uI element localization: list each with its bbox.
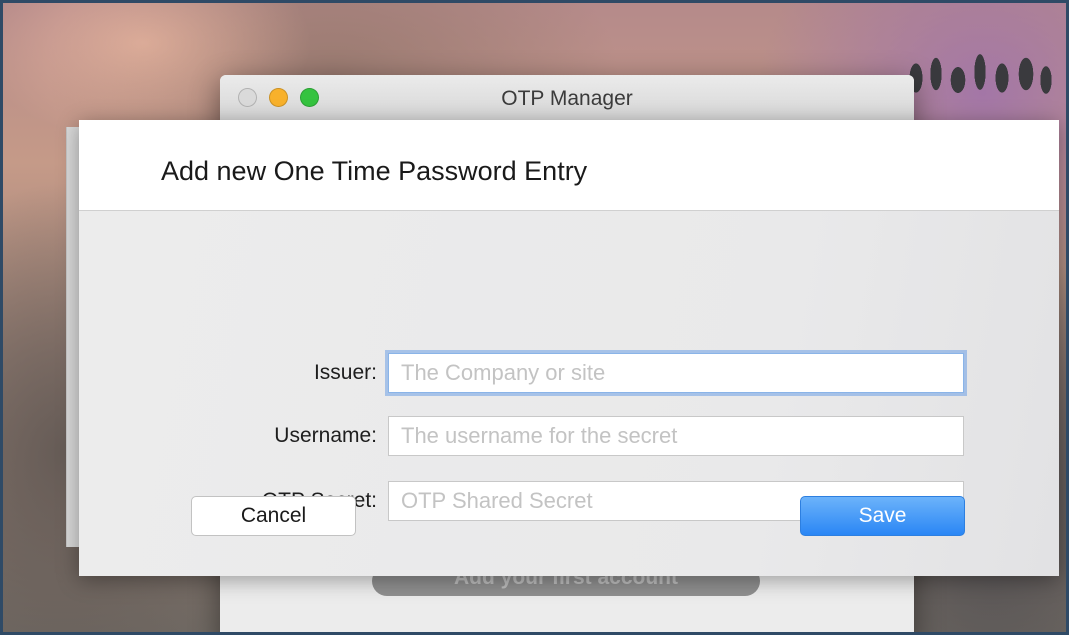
issuer-label: Issuer: xyxy=(313,361,377,384)
sheet-header: Add new One Time Password Entry xyxy=(79,120,1059,211)
cancel-button[interactable]: Cancel xyxy=(191,496,356,536)
wallpaper-trees xyxy=(906,48,1056,98)
username-input[interactable] xyxy=(388,416,964,456)
username-label: Username: xyxy=(274,424,377,447)
window-title: OTP Manager xyxy=(501,87,633,110)
screenshot-frame: OTP Manager Add your first account Add n… xyxy=(0,0,1069,635)
window-titlebar[interactable]: OTP Manager xyxy=(220,75,914,122)
save-button[interactable]: Save xyxy=(800,496,965,536)
add-entry-sheet: Add new One Time Password Entry Issuer: … xyxy=(79,120,1059,576)
sheet-title: Add new One Time Password Entry xyxy=(161,156,588,186)
issuer-input[interactable] xyxy=(388,353,964,393)
